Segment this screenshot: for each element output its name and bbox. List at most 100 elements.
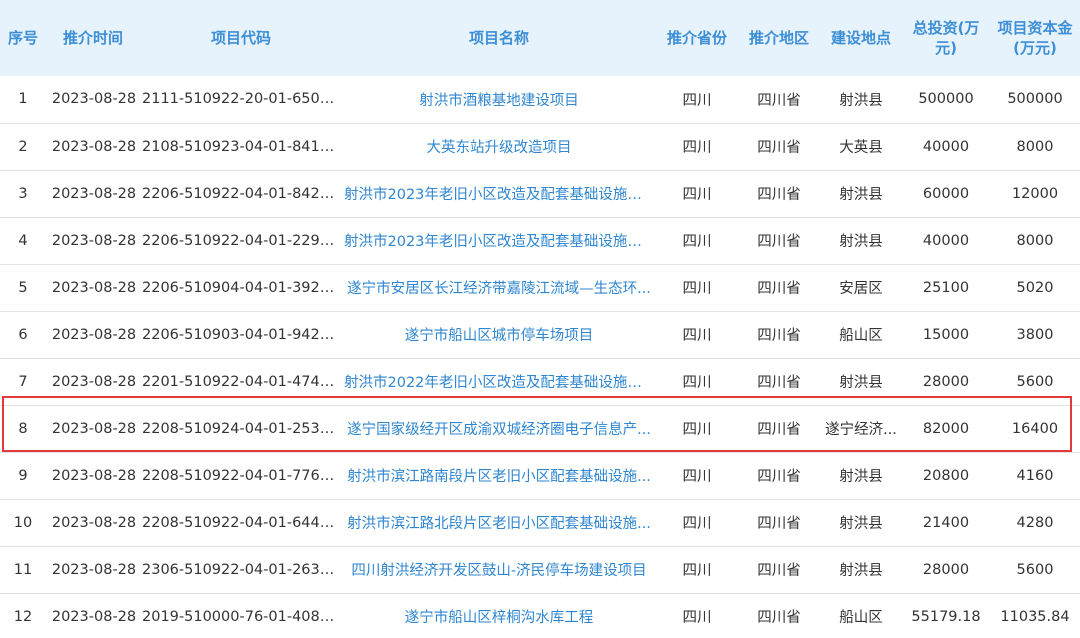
cell-province: 四川 bbox=[682, 516, 712, 532]
cell-capital: 8000 bbox=[1016, 138, 1054, 155]
cell-index: 5 bbox=[18, 279, 28, 296]
cell-name-link[interactable]: 射洪市滨江路南段片区老旧小区配套基础设施... bbox=[342, 452, 656, 499]
header-time[interactable]: 推介时间 bbox=[46, 0, 140, 76]
cell-capital: 500000 bbox=[1007, 91, 1063, 108]
cell-index: 6 bbox=[18, 326, 28, 343]
cell-province: 四川 bbox=[682, 469, 712, 485]
cell-location: 船山区 bbox=[839, 610, 883, 627]
cell-time: 2023-08-28 bbox=[51, 608, 137, 625]
table-row[interactable]: 8 2023-08-28 2208-510924-04-01-253124 遂宁国家级… bbox=[0, 405, 1080, 452]
cell-investment: 21400 bbox=[922, 514, 970, 531]
table-row[interactable]: 12 2023-08-28 2019-510000-76-01-408710 遂宁市船… bbox=[0, 593, 1080, 638]
cell-location: 射洪县 bbox=[839, 516, 883, 532]
cell-location: 射洪县 bbox=[839, 234, 883, 250]
cell-name-link[interactable]: 遂宁市安居区长江经济带嘉陵江流域—生态环... bbox=[342, 264, 656, 311]
table-body: 1 2023-08-28 2111-510922-20-01-650162 射洪市酒粮… bbox=[0, 76, 1080, 638]
cell-index: 12 bbox=[13, 608, 33, 625]
cell-code: 2208-510924-04-01-253124 bbox=[142, 420, 342, 437]
cell-location: 船山区 bbox=[839, 328, 883, 344]
cell-name-link[interactable]: 射洪市滨江路北段片区老旧小区配套基础设施... bbox=[342, 499, 656, 546]
cell-province: 四川 bbox=[682, 92, 712, 109]
cell-investment: 25100 bbox=[922, 279, 970, 296]
table-row[interactable]: 7 2023-08-28 2201-510922-04-01-474912 射洪市20… bbox=[0, 358, 1080, 405]
cell-investment: 40000 bbox=[922, 138, 970, 155]
cell-name-link[interactable]: 四川射洪经济开发区鼓山-济民停车场建设项目 bbox=[342, 546, 656, 593]
cell-index: 8 bbox=[18, 420, 28, 437]
table-row[interactable]: 10 2023-08-28 2208-510922-04-01-644670 射洪市滨… bbox=[0, 499, 1080, 546]
cell-index: 3 bbox=[18, 185, 28, 202]
cell-code: 2206-510922-04-01-842366 bbox=[142, 185, 342, 202]
cell-province: 四川 bbox=[682, 234, 712, 250]
cell-name-link[interactable]: 遂宁国家级经开区成渝双城经济圈电子信息产... bbox=[342, 405, 656, 452]
cell-province: 四川 bbox=[682, 281, 712, 297]
cell-region: 四川省 bbox=[757, 92, 801, 109]
cell-capital: 5600 bbox=[1016, 561, 1054, 578]
cell-location: 遂宁经济... bbox=[825, 422, 897, 438]
cell-location: 射洪县 bbox=[839, 375, 883, 391]
table-row[interactable]: 3 2023-08-28 2206-510922-04-01-842366 射洪市20… bbox=[0, 170, 1080, 217]
header-index[interactable]: 序号 bbox=[0, 0, 46, 76]
cell-region: 四川省 bbox=[757, 281, 801, 297]
cell-time: 2023-08-28 bbox=[51, 373, 137, 390]
cell-location: 射洪县 bbox=[839, 563, 883, 579]
cell-code: 2206-510904-04-01-392574 bbox=[142, 279, 342, 296]
cell-name-link[interactable]: 遂宁市船山区梓桐沟水库工程 bbox=[342, 593, 656, 638]
project-table-view: 序号 推介时间 项目代码 项目名称 推介省份 推介地区 建设地点 总投资(万元)… bbox=[0, 0, 1080, 638]
cell-region: 四川省 bbox=[757, 328, 801, 344]
table-row[interactable]: 5 2023-08-28 2206-510904-04-01-392574 遂宁市安居… bbox=[0, 264, 1080, 311]
cell-location: 大英县 bbox=[839, 140, 883, 156]
header-name[interactable]: 项目名称 bbox=[342, 0, 656, 76]
cell-investment: 82000 bbox=[922, 420, 970, 437]
cell-code: 2201-510922-04-01-474912 bbox=[142, 373, 342, 390]
cell-time: 2023-08-28 bbox=[51, 279, 137, 296]
table-row[interactable]: 11 2023-08-28 2306-510922-04-01-263358 四川射洪… bbox=[0, 546, 1080, 593]
header-investment[interactable]: 总投资(万元) bbox=[902, 0, 990, 76]
cell-investment: 60000 bbox=[922, 185, 970, 202]
header-capital[interactable]: 项目资本金(万元) bbox=[990, 0, 1080, 76]
cell-time: 2023-08-28 bbox=[51, 232, 137, 249]
cell-region: 四川省 bbox=[757, 234, 801, 250]
cell-index: 2 bbox=[18, 138, 28, 155]
cell-location: 射洪县 bbox=[839, 92, 883, 109]
cell-province: 四川 bbox=[682, 187, 712, 203]
header-province[interactable]: 推介省份 bbox=[656, 0, 738, 76]
cell-region: 四川省 bbox=[757, 187, 801, 203]
cell-name-link[interactable]: 大英东站升级改造项目 bbox=[342, 123, 656, 170]
cell-region: 四川省 bbox=[757, 140, 801, 156]
cell-province: 四川 bbox=[682, 328, 712, 344]
table-row[interactable]: 6 2023-08-28 2206-510903-04-01-942020 遂宁市船山… bbox=[0, 311, 1080, 358]
cell-name-link[interactable]: 射洪市2022年老旧小区改造及配套基础设施建... bbox=[342, 358, 656, 405]
cell-code: 2206-510922-04-01-229655 bbox=[142, 232, 342, 249]
cell-name-link[interactable]: 射洪市2023年老旧小区改造及配套基础设施建... bbox=[342, 170, 656, 217]
cell-name-link[interactable]: 射洪市2023年老旧小区改造及配套基础设施建... bbox=[342, 217, 656, 264]
table-row[interactable]: 1 2023-08-28 2111-510922-20-01-650162 射洪市酒粮… bbox=[0, 76, 1080, 123]
cell-capital: 8000 bbox=[1016, 232, 1054, 249]
header-region[interactable]: 推介地区 bbox=[738, 0, 820, 76]
cell-investment: 40000 bbox=[922, 232, 970, 249]
cell-name-link[interactable]: 射洪市酒粮基地建设项目 bbox=[342, 76, 656, 123]
header-location[interactable]: 建设地点 bbox=[820, 0, 902, 76]
cell-code: 2206-510903-04-01-942020 bbox=[142, 326, 342, 343]
header-code[interactable]: 项目代码 bbox=[140, 0, 342, 76]
cell-capital: 4280 bbox=[1016, 514, 1054, 531]
cell-time: 2023-08-28 bbox=[51, 91, 137, 108]
cell-region: 四川省 bbox=[757, 422, 801, 438]
table-row[interactable]: 9 2023-08-28 2208-510922-04-01-776038 射洪市滨江… bbox=[0, 452, 1080, 499]
cell-code: 2019-510000-76-01-408710 bbox=[142, 608, 342, 625]
cell-province: 四川 bbox=[682, 563, 712, 579]
cell-index: 7 bbox=[18, 373, 28, 390]
cell-investment: 28000 bbox=[922, 373, 970, 390]
cell-index: 9 bbox=[18, 467, 28, 484]
cell-capital: 4160 bbox=[1016, 467, 1054, 484]
table-row[interactable]: 2 2023-08-28 2108-510923-04-01-841831 大英东站升… bbox=[0, 123, 1080, 170]
table-row[interactable]: 4 2023-08-28 2206-510922-04-01-229655 射洪市20… bbox=[0, 217, 1080, 264]
cell-location: 射洪县 bbox=[839, 187, 883, 203]
cell-name-link[interactable]: 遂宁市船山区城市停车场项目 bbox=[342, 311, 656, 358]
cell-investment: 28000 bbox=[922, 561, 970, 578]
cell-code: 2108-510923-04-01-841831 bbox=[142, 138, 342, 155]
cell-time: 2023-08-28 bbox=[51, 467, 137, 484]
cell-capital: 3800 bbox=[1016, 326, 1054, 343]
cell-province: 四川 bbox=[682, 610, 712, 627]
cell-index: 1 bbox=[18, 91, 28, 108]
cell-time: 2023-08-28 bbox=[51, 561, 137, 578]
